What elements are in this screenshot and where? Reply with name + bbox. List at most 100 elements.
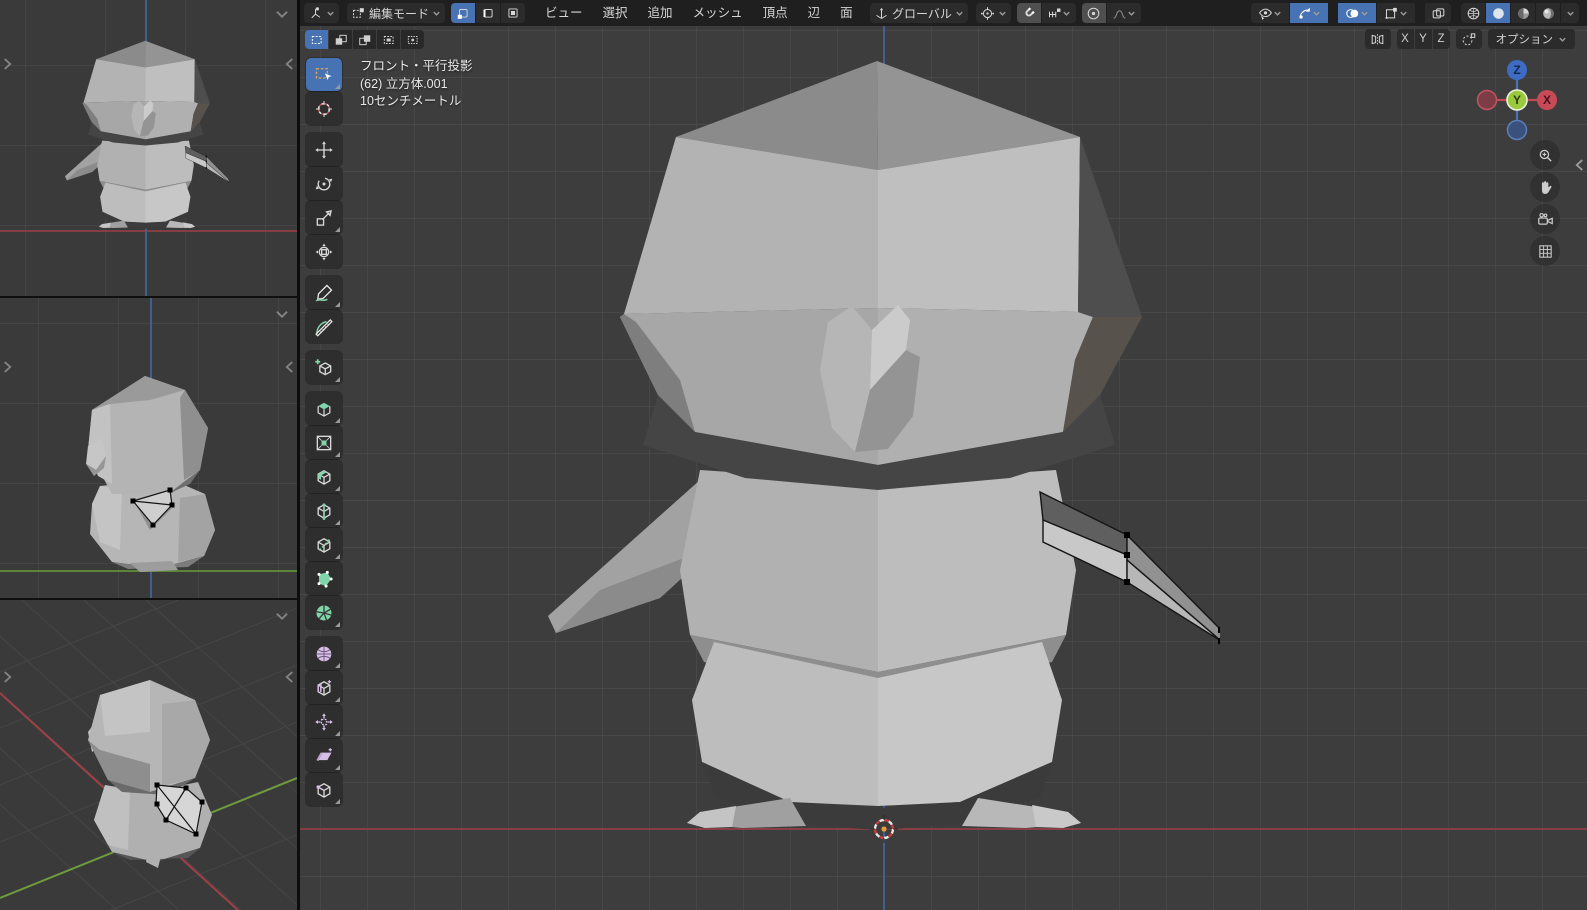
proportional-falloff-dropdown[interactable] xyxy=(1107,3,1141,23)
mirror-axis-toggle-group: XYZ xyxy=(1397,29,1450,49)
orientation-icon xyxy=(874,6,889,21)
menu-4[interactable]: 頂点 xyxy=(753,0,798,26)
proportional-editing-toggle[interactable] xyxy=(1082,3,1106,23)
edge-select-mode[interactable] xyxy=(476,3,500,23)
select-mode-invert[interactable] xyxy=(377,30,400,49)
bevel-tool[interactable] xyxy=(306,460,342,493)
navigation-gizmo[interactable]: Z X Y xyxy=(1467,50,1567,150)
select-mode-extend[interactable] xyxy=(329,30,352,49)
shading-group xyxy=(1461,3,1579,23)
edge-slide-tool[interactable] xyxy=(306,671,342,704)
show-overlays-toggle[interactable] xyxy=(1338,3,1376,23)
mode-dropdown[interactable]: 編集モード xyxy=(347,3,445,23)
show-gizmos-toggle[interactable] xyxy=(1290,3,1328,23)
add-cube-tool[interactable] xyxy=(306,351,342,384)
rip-region-tool[interactable] xyxy=(306,773,342,806)
edit-mode-icon xyxy=(351,6,366,21)
select-mode-intersect[interactable] xyxy=(401,30,424,49)
region-expand-arrow[interactable] xyxy=(2,670,13,689)
snap-controls xyxy=(1017,3,1076,23)
menu-5[interactable]: 辺 xyxy=(798,0,831,26)
region-expand-arrow[interactable] xyxy=(2,57,13,76)
viewport-corner-action[interactable] xyxy=(275,306,289,324)
knife-tool[interactable] xyxy=(306,528,342,561)
mirror-dropdown[interactable] xyxy=(1365,29,1391,49)
poly-build-tool[interactable] xyxy=(306,562,342,595)
viewport-user-perspective[interactable] xyxy=(0,600,297,910)
mesh-edit-overlays-dropdown[interactable] xyxy=(1377,3,1415,23)
mirror-axis-y[interactable]: Y xyxy=(1415,29,1432,49)
rotate-tool[interactable] xyxy=(306,167,342,200)
gizmo-axis-neg-z[interactable] xyxy=(1508,121,1527,140)
loop-cut-tool[interactable] xyxy=(306,494,342,527)
penguin-mesh-perspective[interactable] xyxy=(0,600,297,910)
sidebar-collapse-arrow[interactable] xyxy=(1574,158,1585,177)
penguin-mesh-front-small[interactable] xyxy=(63,38,229,231)
shading-solid-button[interactable] xyxy=(1486,3,1510,23)
viewport-corner-action[interactable] xyxy=(275,608,289,626)
viewport-side-ortho[interactable] xyxy=(0,298,297,598)
cursor-tool[interactable] xyxy=(306,92,342,125)
mode-label: 編集モード xyxy=(369,5,429,22)
extrude-region-tool[interactable] xyxy=(306,392,342,425)
main-3d-viewport-area: 編集モード ビュー選択追加メッシュ頂点辺面UV グローバル xyxy=(300,0,1587,910)
pan-hand-button[interactable] xyxy=(1530,172,1560,202)
shading-rendered-button[interactable] xyxy=(1536,3,1560,23)
region-expand-arrow[interactable] xyxy=(284,360,295,379)
menu-6[interactable]: 面 xyxy=(830,0,863,26)
region-expand-arrow[interactable] xyxy=(2,360,13,379)
snap-settings-dropdown[interactable] xyxy=(1042,3,1076,23)
viewport-header: 編集モード ビュー選択追加メッシュ頂点辺面UV グローバル xyxy=(300,0,1587,26)
penguin-mesh-front[interactable] xyxy=(540,50,1220,840)
smooth-tool[interactable] xyxy=(306,637,342,670)
menu-1[interactable]: 選択 xyxy=(593,0,638,26)
vertex-select-mode[interactable] xyxy=(451,3,475,23)
move-tool[interactable] xyxy=(306,133,342,166)
annotate-tool[interactable] xyxy=(306,276,342,309)
gizmo-axis-neg-x[interactable] xyxy=(1478,91,1497,110)
shading-wireframe-button[interactable] xyxy=(1461,3,1485,23)
menu-2[interactable]: 追加 xyxy=(638,0,683,26)
shear-tool[interactable] xyxy=(306,739,342,772)
shading-dropdown[interactable] xyxy=(1561,3,1579,23)
menu-3[interactable]: メッシュ xyxy=(683,0,753,26)
mirror-axis-x[interactable]: X xyxy=(1397,29,1414,49)
inset-faces-tool[interactable] xyxy=(306,426,342,459)
shrink-fatten-tool[interactable] xyxy=(306,705,342,738)
object-visibility-dropdown[interactable] xyxy=(1251,3,1289,23)
viewport-corner-action[interactable] xyxy=(275,6,289,24)
viewport-front-ortho[interactable] xyxy=(0,0,297,296)
viewport-main[interactable]: フロント・平行投影 (62) 立方体.001 10センチメートル XYZ オプシ… xyxy=(300,26,1587,910)
options-dropdown[interactable]: オプション xyxy=(1488,29,1576,49)
face-select-mode[interactable] xyxy=(501,3,525,23)
toggle-xray[interactable] xyxy=(1425,3,1451,23)
zoom-button[interactable] xyxy=(1530,140,1560,170)
select-box-tool[interactable] xyxy=(306,58,342,91)
3d-cursor xyxy=(870,815,898,843)
transform-tool[interactable] xyxy=(306,235,342,268)
menu-0[interactable]: ビュー xyxy=(535,0,593,26)
pivot-point-dropdown[interactable] xyxy=(976,3,1011,23)
snap-toggle[interactable] xyxy=(1017,3,1041,23)
viewport-overlay-text: フロント・平行投影 (62) 立方体.001 10センチメートル xyxy=(360,58,473,111)
editor-type-button[interactable] xyxy=(304,3,339,23)
region-expand-arrow[interactable] xyxy=(284,670,295,689)
penguin-mesh-side[interactable] xyxy=(0,298,297,598)
pivot-point-icon xyxy=(980,6,995,21)
select-mode-subtract[interactable] xyxy=(353,30,376,49)
toolbar xyxy=(306,58,342,807)
mirror-axis-z[interactable]: Z xyxy=(1433,29,1450,49)
snap-base-dropdown[interactable] xyxy=(1456,29,1482,49)
region-expand-arrow[interactable] xyxy=(284,57,295,76)
orientation-label: グローバル xyxy=(892,5,952,22)
shading-material-preview-button[interactable] xyxy=(1511,3,1535,23)
camera-view-button[interactable] xyxy=(1530,204,1560,234)
transform-orientation-dropdown[interactable]: グローバル xyxy=(870,3,968,23)
measure-tool[interactable] xyxy=(306,310,342,343)
spin-tool[interactable] xyxy=(306,596,342,629)
toggle-grid-button[interactable] xyxy=(1530,236,1560,266)
svg-text:X: X xyxy=(1543,93,1551,107)
scale-tool[interactable] xyxy=(306,201,342,234)
select-mode-new[interactable] xyxy=(305,30,328,49)
svg-text:Y: Y xyxy=(1513,93,1521,107)
